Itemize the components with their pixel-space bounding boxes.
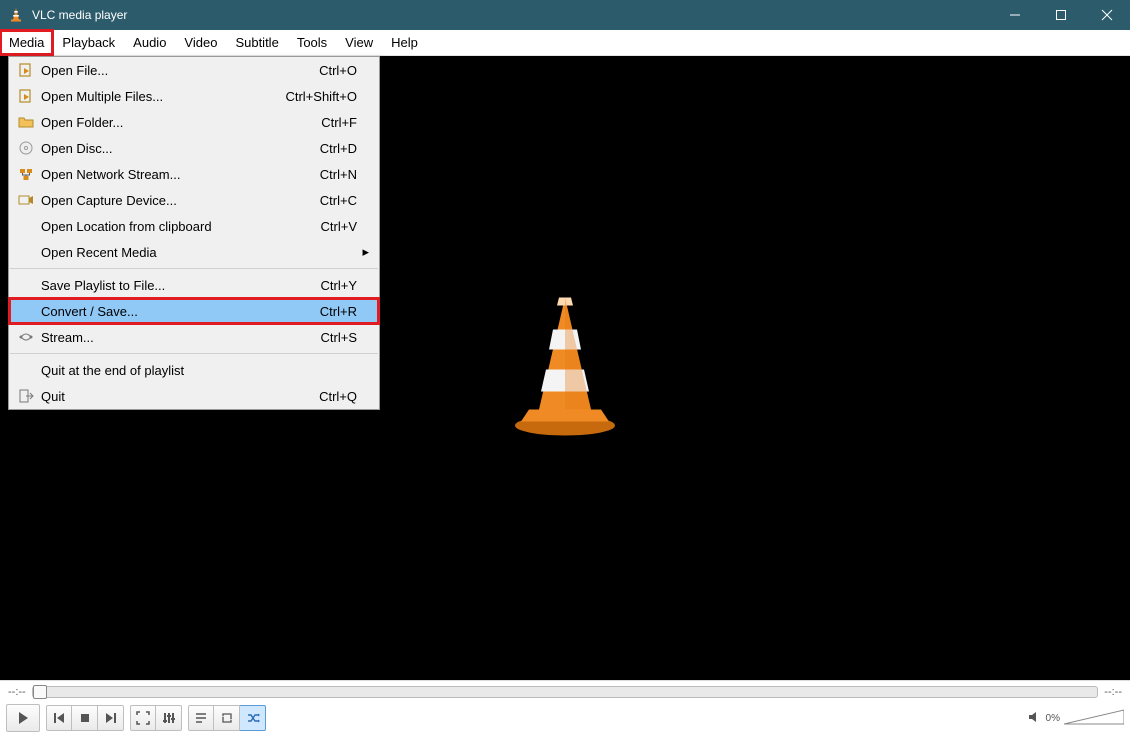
menu-item-label: Quit at the end of playlist xyxy=(37,363,357,378)
menu-item-shortcut: Ctrl+Q xyxy=(319,389,357,404)
prev-button[interactable] xyxy=(46,705,72,731)
menu-item-label: Save Playlist to File... xyxy=(37,278,321,293)
time-total: --:-- xyxy=(1104,686,1122,698)
quit-icon xyxy=(15,388,37,404)
ext-settings-button[interactable] xyxy=(156,705,182,731)
volume-control[interactable]: 0% xyxy=(1028,708,1124,728)
vlc-cone-icon xyxy=(501,292,629,445)
menu-item-label: Open Location from clipboard xyxy=(37,219,321,234)
menu-item-label: Open Capture Device... xyxy=(37,193,320,208)
menu-item-shortcut: Ctrl+D xyxy=(320,141,357,156)
menu-item-open-disc[interactable]: Open Disc...Ctrl+D xyxy=(9,135,379,161)
controls-row: 0% xyxy=(0,703,1130,733)
menu-subtitle[interactable]: Subtitle xyxy=(226,30,287,55)
menu-item-stream[interactable]: Stream...Ctrl+S xyxy=(9,324,379,350)
menu-item-save-playlist-to-file[interactable]: Save Playlist to File...Ctrl+Y xyxy=(9,272,379,298)
seek-row: --:-- --:-- xyxy=(0,681,1130,703)
playlist-button[interactable] xyxy=(188,705,214,731)
menu-media[interactable]: Media xyxy=(0,30,53,55)
titlebar: VLC media player xyxy=(0,0,1130,30)
menu-item-open-folder[interactable]: Open Folder...Ctrl+F xyxy=(9,109,379,135)
menu-separator xyxy=(10,353,378,354)
folder-icon xyxy=(15,114,37,130)
disc-icon xyxy=(15,140,37,156)
loop-button[interactable] xyxy=(214,705,240,731)
submenu-arrow-icon: ▸ xyxy=(362,244,369,260)
menu-item-open-network-stream[interactable]: Open Network Stream...Ctrl+N xyxy=(9,161,379,187)
capture-icon xyxy=(15,192,37,208)
stream-icon xyxy=(15,329,37,345)
window-controls xyxy=(992,0,1130,30)
menu-item-label: Open Recent Media xyxy=(37,245,357,260)
minimize-button[interactable] xyxy=(992,0,1038,30)
close-button[interactable] xyxy=(1084,0,1130,30)
menu-audio[interactable]: Audio xyxy=(124,30,175,55)
time-elapsed: --:-- xyxy=(8,686,26,698)
menu-item-label: Open Multiple Files... xyxy=(37,89,285,104)
network-icon xyxy=(15,166,37,182)
menu-separator xyxy=(10,268,378,269)
window-title: VLC media player xyxy=(32,8,992,22)
menu-item-shortcut: Ctrl+O xyxy=(319,63,357,78)
menu-item-label: Open File... xyxy=(37,63,319,78)
menu-item-quit-at-the-end-of-playlist[interactable]: Quit at the end of playlist xyxy=(9,357,379,383)
menu-item-shortcut: Ctrl+S xyxy=(321,330,357,345)
menu-item-shortcut: Ctrl+V xyxy=(321,219,357,234)
menu-item-open-recent-media[interactable]: Open Recent Media ▸ xyxy=(9,239,379,265)
shuffle-button[interactable] xyxy=(240,705,266,731)
menu-item-shortcut: Ctrl+Y xyxy=(321,278,357,293)
menu-item-label: Open Network Stream... xyxy=(37,167,320,182)
speaker-icon xyxy=(1028,710,1042,727)
menu-item-label: Open Disc... xyxy=(37,141,320,156)
menu-item-open-file[interactable]: Open File...Ctrl+O xyxy=(9,57,379,83)
menu-playback[interactable]: Playback xyxy=(53,30,124,55)
menu-view[interactable]: View xyxy=(336,30,382,55)
menubar: Media Playback Audio Video Subtitle Tool… xyxy=(0,30,1130,56)
menu-video[interactable]: Video xyxy=(175,30,226,55)
seek-slider[interactable] xyxy=(32,686,1099,698)
app-icon xyxy=(8,7,24,23)
menu-item-shortcut: Ctrl+C xyxy=(320,193,357,208)
menu-item-quit[interactable]: QuitCtrl+Q xyxy=(9,383,379,409)
stop-button[interactable] xyxy=(72,705,98,731)
menu-tools[interactable]: Tools xyxy=(288,30,336,55)
bottom-panel: --:-- --:-- 0% xyxy=(0,680,1130,733)
menu-item-shortcut: Ctrl+Shift+O xyxy=(285,89,357,104)
menu-item-open-multiple-files[interactable]: Open Multiple Files...Ctrl+Shift+O xyxy=(9,83,379,109)
menu-item-open-location-from-clipboard[interactable]: Open Location from clipboardCtrl+V xyxy=(9,213,379,239)
play-button[interactable] xyxy=(6,704,40,732)
volume-slider[interactable] xyxy=(1064,708,1124,728)
media-dropdown: Open File...Ctrl+OOpen Multiple Files...… xyxy=(8,56,380,410)
menu-item-convert-save[interactable]: Convert / Save...Ctrl+R xyxy=(9,298,379,324)
file-icon xyxy=(15,88,37,104)
menu-item-label: Convert / Save... xyxy=(37,304,320,319)
seek-thumb[interactable] xyxy=(33,685,47,699)
menu-item-shortcut: Ctrl+R xyxy=(320,304,357,319)
maximize-button[interactable] xyxy=(1038,0,1084,30)
next-button[interactable] xyxy=(98,705,124,731)
menu-item-label: Quit xyxy=(37,389,319,404)
menu-item-shortcut: Ctrl+F xyxy=(321,115,357,130)
file-icon xyxy=(15,62,37,78)
menu-item-label: Open Folder... xyxy=(37,115,321,130)
menu-item-label: Stream... xyxy=(37,330,321,345)
menu-help[interactable]: Help xyxy=(382,30,427,55)
menu-item-open-capture-device[interactable]: Open Capture Device...Ctrl+C xyxy=(9,187,379,213)
menu-item-shortcut: Ctrl+N xyxy=(320,167,357,182)
fullscreen-button[interactable] xyxy=(130,705,156,731)
volume-percent: 0% xyxy=(1046,713,1060,724)
